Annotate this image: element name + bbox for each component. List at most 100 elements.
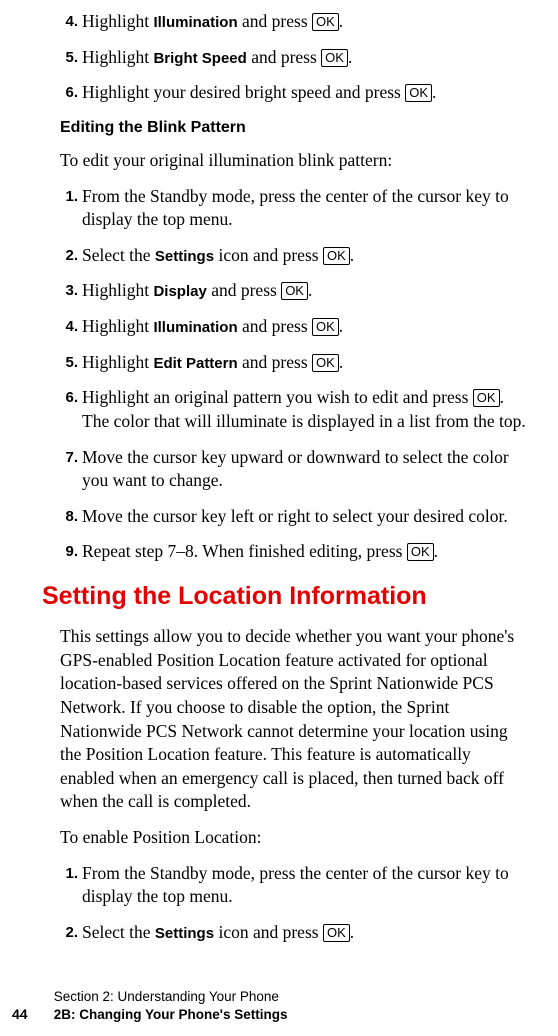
list-item: 2. Select the Settings icon and press OK… xyxy=(60,921,526,945)
ui-term: Edit Pattern xyxy=(153,355,237,372)
enable-steps-block: 1. From the Standby mode, press the cent… xyxy=(42,862,526,945)
ok-key-icon: OK xyxy=(473,389,500,407)
step-body: Highlight Illumination and press OK. xyxy=(82,315,526,339)
list-item: 4. Highlight Illumination and press OK. xyxy=(60,10,526,34)
text: Highlight an original pattern you wish t… xyxy=(82,387,473,407)
text: and press xyxy=(247,47,321,67)
section-title: Setting the Location Information xyxy=(42,582,526,611)
footer-text: Section 2: Understanding Your Phone 2B: … xyxy=(54,988,288,1024)
list-item: 5. Highlight Bright Speed and press OK. xyxy=(60,46,526,70)
step-number: 2. xyxy=(60,244,82,268)
step-body: From the Standby mode, press the center … xyxy=(82,862,526,909)
step-number: 5. xyxy=(60,351,82,375)
step-number: 2. xyxy=(60,921,82,945)
text: Select the xyxy=(82,245,155,265)
step-number: 7. xyxy=(60,446,82,493)
list-item: 1. From the Standby mode, press the cent… xyxy=(60,862,526,909)
blink-steps-list: 1. From the Standby mode, press the cent… xyxy=(60,185,526,565)
text: Highlight xyxy=(82,47,153,67)
step-number: 1. xyxy=(60,862,82,909)
ok-key-icon: OK xyxy=(407,543,434,561)
ui-term: Illumination xyxy=(153,319,237,336)
list-item: 1. From the Standby mode, press the cent… xyxy=(60,185,526,232)
text: Highlight xyxy=(82,316,153,336)
list-item: 3. Highlight Display and press OK. xyxy=(60,279,526,303)
pre-steps-list: 4. Highlight Illumination and press OK. … xyxy=(60,10,526,105)
text: icon and press xyxy=(214,922,323,942)
text: . xyxy=(434,541,438,561)
step-number: 6. xyxy=(60,386,82,433)
step-number: 8. xyxy=(60,505,82,529)
page-number: 44 xyxy=(12,1005,50,1024)
ok-key-icon: OK xyxy=(321,49,348,67)
step-body: Highlight Display and press OK. xyxy=(82,279,526,303)
step-body: Move the cursor key upward or downward t… xyxy=(82,446,526,493)
pre-steps-block: 4. Highlight Illumination and press OK. … xyxy=(42,10,526,105)
list-item: 5. Highlight Edit Pattern and press OK. xyxy=(60,351,526,375)
text: and press xyxy=(238,316,312,336)
text: and press xyxy=(238,352,312,372)
step-body: Repeat step 7–8. When finished editing, … xyxy=(82,540,526,564)
ui-term: Illumination xyxy=(153,14,237,31)
list-item: 8. Move the cursor key left or right to … xyxy=(60,505,526,529)
ok-key-icon: OK xyxy=(312,13,339,31)
text: Highlight xyxy=(82,280,153,300)
enable-intro: To enable Position Location: xyxy=(42,826,526,850)
step-number: 3. xyxy=(60,279,82,303)
ui-term: Bright Speed xyxy=(153,50,246,67)
ok-key-icon: OK xyxy=(405,84,432,102)
section-paragraph: This settings allow you to decide whethe… xyxy=(42,625,526,814)
step-number: 1. xyxy=(60,185,82,232)
text: . xyxy=(432,82,436,102)
step-body: Move the cursor key left or right to sel… xyxy=(82,505,526,529)
text: Highlight your desired bright speed and … xyxy=(82,82,405,102)
text: The color that will illuminate is displa… xyxy=(82,411,526,431)
step-body: Highlight Illumination and press OK. xyxy=(82,10,526,34)
list-item: 7. Move the cursor key upward or downwar… xyxy=(60,446,526,493)
ok-key-icon: OK xyxy=(323,247,350,265)
text: . xyxy=(350,245,354,265)
ui-term: Display xyxy=(153,283,206,300)
page: 4. Highlight Illumination and press OK. … xyxy=(0,0,558,1036)
step-body: Select the Settings icon and press OK. xyxy=(82,244,526,268)
step-body: Highlight Edit Pattern and press OK. xyxy=(82,351,526,375)
text: . xyxy=(339,316,343,336)
text: . xyxy=(348,47,352,67)
text: icon and press xyxy=(214,245,323,265)
footer-line2: 2B: Changing Your Phone's Settings xyxy=(54,1007,288,1022)
step-number: 6. xyxy=(60,81,82,105)
text: and press xyxy=(207,280,281,300)
blink-pattern-heading: Editing the Blink Pattern xyxy=(42,119,526,137)
list-item: 6. Highlight your desired bright speed a… xyxy=(60,81,526,105)
step-body: Select the Settings icon and press OK. xyxy=(82,921,526,945)
list-item: 9. Repeat step 7–8. When finished editin… xyxy=(60,540,526,564)
list-item: 4. Highlight Illumination and press OK. xyxy=(60,315,526,339)
step-body: Highlight your desired bright speed and … xyxy=(82,81,526,105)
text: Repeat step 7–8. When finished editing, … xyxy=(82,541,407,561)
ok-key-icon: OK xyxy=(312,318,339,336)
text: . xyxy=(339,11,343,31)
step-body: Highlight an original pattern you wish t… xyxy=(82,386,526,433)
blink-intro: To edit your original illumination blink… xyxy=(42,149,526,173)
footer-line1: Section 2: Understanding Your Phone xyxy=(54,989,279,1004)
page-footer: 44 Section 2: Understanding Your Phone 2… xyxy=(12,988,526,1024)
ui-term: Settings xyxy=(155,925,214,942)
step-number: 4. xyxy=(60,10,82,34)
ok-key-icon: OK xyxy=(312,354,339,372)
ok-key-icon: OK xyxy=(281,282,308,300)
step-number: 5. xyxy=(60,46,82,70)
ui-term: Settings xyxy=(155,248,214,265)
list-item: 2. Select the Settings icon and press OK… xyxy=(60,244,526,268)
text: Select the xyxy=(82,922,155,942)
step-number: 9. xyxy=(60,540,82,564)
enable-steps-list: 1. From the Standby mode, press the cent… xyxy=(60,862,526,945)
text: . xyxy=(339,352,343,372)
step-body: Highlight Bright Speed and press OK. xyxy=(82,46,526,70)
text: Highlight xyxy=(82,352,153,372)
text: . xyxy=(350,922,354,942)
text: Highlight xyxy=(82,11,153,31)
ok-key-icon: OK xyxy=(323,924,350,942)
blink-steps-block: 1. From the Standby mode, press the cent… xyxy=(42,185,526,565)
step-body: From the Standby mode, press the center … xyxy=(82,185,526,232)
list-item: 6. Highlight an original pattern you wis… xyxy=(60,386,526,433)
